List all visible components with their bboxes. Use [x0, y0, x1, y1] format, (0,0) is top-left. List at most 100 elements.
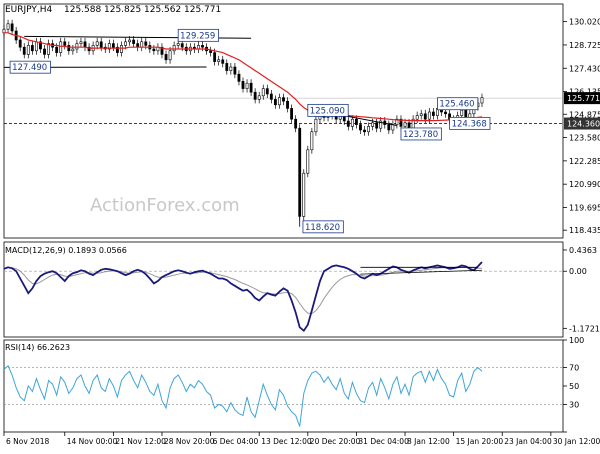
- candle-body: [112, 44, 114, 48]
- candle-body: [234, 67, 236, 74]
- candle-body: [124, 42, 126, 46]
- ohlc-low: 125.562: [144, 5, 181, 15]
- candle-body: [7, 24, 9, 29]
- candle-body: [262, 89, 264, 96]
- x-tick-label: 23 Jan 04:00: [504, 437, 552, 446]
- symbol-label: EURJPY,H4: [5, 5, 53, 15]
- candle-body: [169, 51, 171, 60]
- rsi-y-tick-label: 100: [569, 336, 584, 345]
- candle-body: [27, 45, 29, 54]
- candle-body: [311, 132, 313, 150]
- candle-body: [359, 125, 361, 130]
- candle-body: [388, 125, 390, 130]
- x-tick-label: 8 Jan 12:00: [407, 437, 450, 446]
- candle-body: [351, 119, 353, 126]
- price-y-tick-label: 123.580: [569, 134, 600, 143]
- candle-body: [416, 116, 418, 120]
- candle-body: [376, 123, 378, 128]
- x-tick-label: 20 Dec 20:00: [310, 437, 361, 446]
- x-tick-label: 6 Nov 2018: [6, 437, 49, 446]
- candle-body: [72, 49, 74, 51]
- price-annotation-label: 123.780: [403, 130, 438, 140]
- price-annotation-label: 124.368: [452, 119, 487, 129]
- candle-body: [96, 42, 98, 46]
- candle-body: [120, 45, 122, 52]
- price-y-tick-label: 120.990: [569, 180, 600, 189]
- candle-body: [404, 123, 406, 127]
- ohlc-open: 125.588: [64, 5, 101, 15]
- candle-body: [222, 60, 224, 64]
- candle-body: [242, 81, 244, 88]
- candle-body: [218, 60, 220, 62]
- price-y-tick-label: 122.285: [569, 157, 600, 166]
- current-price-label: 125.771: [567, 94, 600, 103]
- candle-body: [282, 98, 284, 102]
- macd-y-tick-label: 0.00: [569, 267, 587, 276]
- candle-body: [173, 45, 175, 50]
- macd-label: MACD(12,26,9) 0.1893 0.0566: [5, 246, 127, 255]
- candle-body: [461, 110, 463, 115]
- candle-body: [278, 98, 280, 105]
- macd-y-tick-label: 0.4363: [569, 246, 597, 255]
- x-tick-label: 6 Dec 04:00: [213, 437, 259, 446]
- candle-body: [100, 42, 102, 47]
- price-annotation-label: 118.620: [305, 223, 340, 233]
- candle-body: [181, 44, 183, 48]
- candle-body: [286, 101, 288, 108]
- macd-panel-frame: [4, 242, 563, 337]
- eurjpy-h4-chart: 127.490 129.259 118.620 125.090 123.780 125.4…: [0, 0, 600, 450]
- watermark: ActionForex.com: [90, 195, 240, 216]
- candle-body: [153, 49, 155, 51]
- candle-body: [128, 40, 130, 42]
- candle-body: [201, 45, 203, 47]
- candle-body: [315, 119, 317, 132]
- candle-body: [84, 42, 86, 47]
- candle-body: [68, 45, 70, 50]
- candle-body: [165, 54, 167, 59]
- candle-body: [250, 83, 252, 92]
- chart-root: 127.490 129.259 118.620 125.090 123.780 125.4…: [0, 0, 600, 450]
- candle-body: [355, 119, 357, 124]
- macd-y-tick-label: -1.1721: [569, 324, 600, 333]
- candle-body: [432, 112, 434, 116]
- candle-body: [307, 150, 309, 173]
- x-tick-label: 30 Jan 12:00: [553, 437, 600, 446]
- candle-body: [367, 126, 369, 131]
- rsi-y-tick-label: 70: [569, 364, 579, 373]
- candle-body: [347, 121, 349, 126]
- candle-body: [290, 108, 292, 119]
- candle-body: [258, 96, 260, 100]
- candle-body: [64, 42, 66, 46]
- candle-body: [266, 89, 268, 94]
- candle-body: [408, 123, 410, 128]
- price-annotation-label: 127.490: [12, 63, 47, 73]
- x-tick-label: 14 Nov 00:00: [67, 437, 118, 446]
- price-annotation-label: 125.090: [310, 106, 345, 116]
- price-annotation-label: 129.259: [180, 31, 215, 41]
- candle-body: [392, 125, 394, 130]
- candle-body: [254, 92, 256, 99]
- x-tick-label: 21 Nov 12:00: [115, 437, 166, 446]
- rsi-line: [4, 366, 482, 427]
- candle-body: [226, 63, 228, 70]
- x-tick-label: 15 Jan 20:00: [456, 437, 504, 446]
- candle-body: [76, 44, 78, 49]
- rsi-label: RSI(14) 66.2623: [5, 343, 70, 352]
- support-level-label: 124.360: [567, 120, 600, 129]
- price-annotation-label: 125.460: [439, 100, 474, 110]
- candle-body: [420, 114, 422, 116]
- ohlc-high: 125.825: [104, 5, 141, 15]
- ohlc-close: 125.771: [184, 5, 221, 15]
- candle-body: [80, 42, 82, 44]
- candle-body: [133, 40, 135, 44]
- x-tick-label: 31 Dec 04:00: [358, 437, 409, 446]
- candle-body: [481, 98, 483, 103]
- price-y-tick-label: 118.435: [569, 226, 600, 235]
- candle-body: [141, 42, 143, 47]
- candle-body: [270, 94, 272, 99]
- rsi-panel-frame: [4, 340, 563, 432]
- x-tick-label: 28 Nov 20:00: [164, 437, 215, 446]
- candle-body: [303, 173, 305, 216]
- candle-body: [424, 114, 426, 119]
- candle-body: [177, 44, 179, 46]
